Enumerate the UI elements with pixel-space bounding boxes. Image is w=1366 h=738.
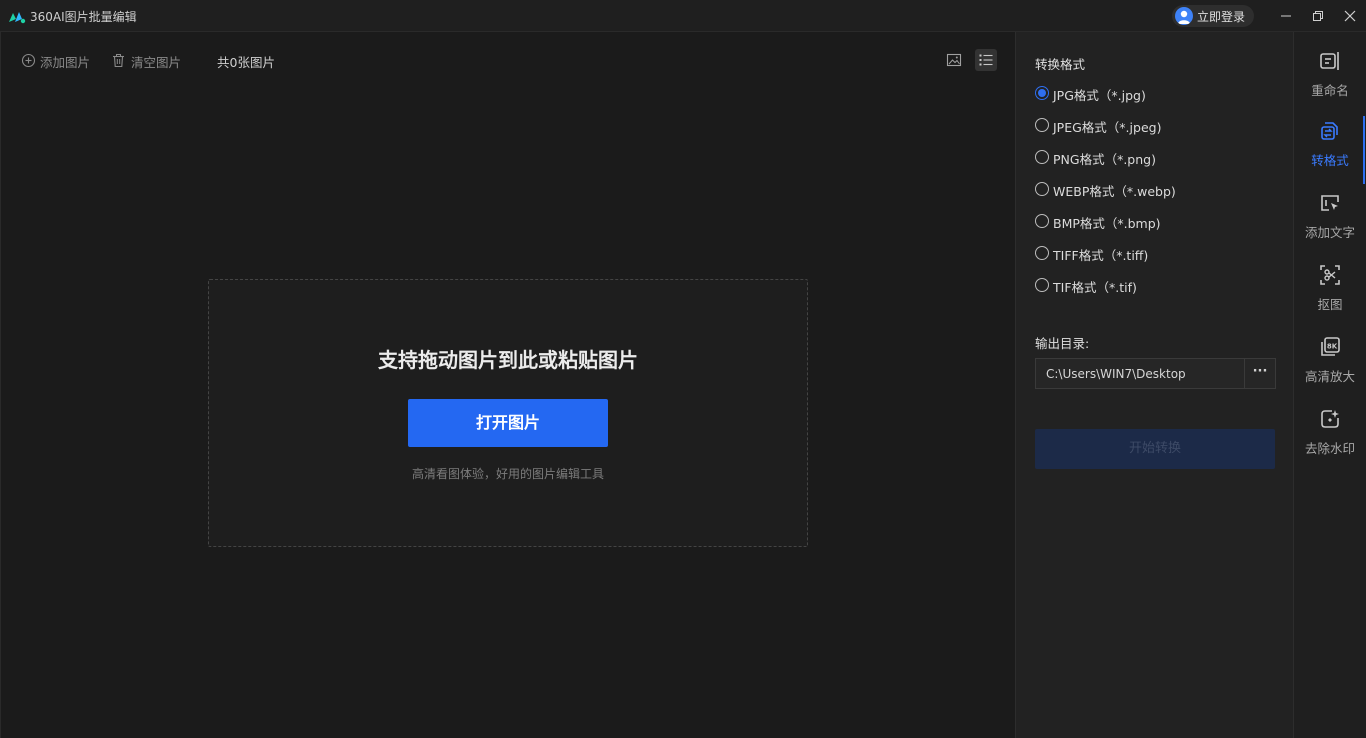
thumbnail-view-icon bbox=[946, 53, 962, 67]
radio-icon[interactable] bbox=[1035, 278, 1049, 292]
image-count: 共0张图片 bbox=[217, 55, 275, 70]
drop-zone[interactable]: 支持拖动图片到此或粘贴图片 打开图片 高清看图体验，好用的图片编辑工具 bbox=[208, 279, 808, 547]
rail-label: 转格式 bbox=[1311, 153, 1349, 168]
format-label: PNG格式（*.png) bbox=[1053, 152, 1156, 167]
rail-label: 添加文字 bbox=[1304, 225, 1355, 240]
app-title: 360AI图片批量编辑 bbox=[30, 10, 137, 24]
rail-item-upscale[interactable]: 8K 高清放大 bbox=[1294, 336, 1366, 402]
thumbnail-view-button[interactable] bbox=[943, 49, 965, 71]
minimize-icon bbox=[1281, 15, 1291, 17]
trash-icon bbox=[113, 54, 124, 68]
title-bar: 360AI图片批量编辑 立即登录 bbox=[0, 0, 1366, 32]
radio-icon[interactable] bbox=[1035, 182, 1049, 196]
convert-format-icon bbox=[1321, 122, 1338, 140]
clear-images-label: 清空图片 bbox=[131, 55, 182, 70]
add-image-label: 添加图片 bbox=[40, 55, 91, 70]
avatar-icon bbox=[1175, 7, 1193, 25]
add-text-icon bbox=[1321, 195, 1339, 211]
browse-button[interactable]: ··· bbox=[1245, 359, 1275, 388]
output-dir-label: 输出目录: bbox=[1035, 336, 1090, 351]
format-option-tiff[interactable]: TIFF格式（*.tiff) bbox=[1035, 244, 1275, 263]
rail-item-remove-watermark[interactable]: 去除水印 bbox=[1294, 408, 1366, 474]
svg-text:8K: 8K bbox=[1327, 343, 1338, 351]
clear-images-button[interactable]: 清空图片 bbox=[111, 52, 183, 70]
restore-icon bbox=[1313, 11, 1323, 21]
upscale-8k-icon: 8K bbox=[1321, 337, 1340, 356]
format-label: JPEG格式（*.jpeg) bbox=[1053, 120, 1162, 135]
close-icon bbox=[1344, 10, 1356, 22]
format-label: WEBP格式（*.webp) bbox=[1053, 184, 1176, 199]
list-view-icon bbox=[979, 54, 993, 66]
format-option-jpg[interactable]: JPG格式（*.jpg) bbox=[1035, 84, 1275, 103]
open-image-button[interactable]: 打开图片 bbox=[408, 399, 608, 447]
rail-label: 去除水印 bbox=[1304, 441, 1355, 456]
format-label: BMP格式（*.bmp) bbox=[1053, 216, 1161, 231]
add-circle-icon bbox=[21, 53, 36, 68]
login-label: 立即登录 bbox=[1197, 10, 1246, 24]
login-button[interactable]: 立即登录 bbox=[1172, 5, 1254, 27]
remove-watermark-icon bbox=[1321, 410, 1339, 428]
start-convert-button[interactable]: 开始转换 bbox=[1035, 429, 1275, 469]
radio-icon[interactable] bbox=[1035, 118, 1049, 132]
close-button[interactable] bbox=[1334, 0, 1366, 32]
format-heading: 转换格式 bbox=[1035, 57, 1086, 72]
format-label: TIFF格式（*.tiff) bbox=[1053, 248, 1149, 263]
list-view-button[interactable] bbox=[975, 49, 997, 71]
radio-icon[interactable] bbox=[1035, 214, 1049, 228]
format-label: JPG格式（*.jpg) bbox=[1053, 88, 1146, 103]
format-label: TIF格式（*.tif) bbox=[1053, 280, 1137, 295]
drop-zone-subtitle: 高清看图体验，好用的图片编辑工具 bbox=[411, 467, 604, 481]
rail-item-rename[interactable]: 重命名 bbox=[1294, 50, 1366, 116]
cutout-icon bbox=[1320, 265, 1340, 285]
format-option-png[interactable]: PNG格式（*.png) bbox=[1035, 148, 1275, 167]
output-dir-field: ··· bbox=[1035, 358, 1276, 389]
restore-button[interactable] bbox=[1302, 0, 1334, 32]
main-area: 添加图片 清空图片 共0张图片 支持拖动图片到此或粘贴图片 打开图片 高清看图体… bbox=[0, 32, 1015, 738]
format-option-webp[interactable]: WEBP格式（*.webp) bbox=[1035, 180, 1275, 199]
add-image-button[interactable]: 添加图片 bbox=[21, 52, 93, 70]
radio-checked-icon[interactable] bbox=[1035, 86, 1049, 100]
minimize-button[interactable] bbox=[1270, 0, 1302, 32]
format-option-bmp[interactable]: BMP格式（*.bmp) bbox=[1035, 212, 1275, 231]
radio-icon[interactable] bbox=[1035, 150, 1049, 164]
rail-label: 抠图 bbox=[1317, 297, 1343, 312]
rail-item-cutout[interactable]: 抠图 bbox=[1294, 264, 1366, 330]
drop-zone-title: 支持拖动图片到此或粘贴图片 bbox=[378, 348, 638, 372]
rename-icon bbox=[1320, 52, 1339, 70]
rail-item-convert-format[interactable]: 转格式 bbox=[1294, 120, 1366, 186]
active-tool-indicator bbox=[1363, 116, 1365, 184]
tool-rail: 重命名 转格式 添加文字 抠图 8K 高清放大 去除水印 bbox=[1293, 32, 1366, 738]
format-option-tif[interactable]: TIF格式（*.tif) bbox=[1035, 276, 1275, 295]
rail-label: 高清放大 bbox=[1304, 369, 1355, 384]
radio-icon[interactable] bbox=[1035, 246, 1049, 260]
rail-item-add-text[interactable]: 添加文字 bbox=[1294, 192, 1366, 258]
rail-label: 重命名 bbox=[1311, 83, 1349, 98]
app-logo-icon bbox=[9, 12, 26, 24]
settings-panel: 转换格式 JPG格式（*.jpg) JPEG格式（*.jpeg) PNG格式（*… bbox=[1015, 32, 1293, 738]
output-path-input[interactable] bbox=[1036, 359, 1245, 388]
format-option-jpeg[interactable]: JPEG格式（*.jpeg) bbox=[1035, 116, 1275, 135]
